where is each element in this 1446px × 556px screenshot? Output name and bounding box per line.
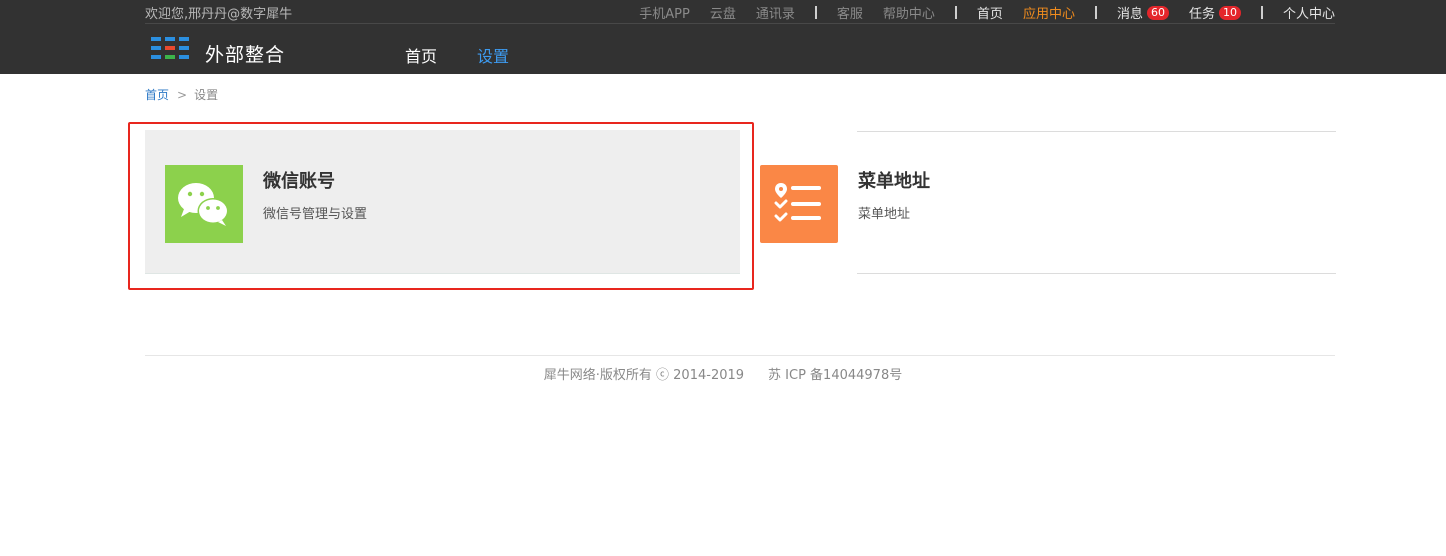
footer-divider (145, 355, 1335, 356)
menu-card-title: 菜单地址 (858, 171, 930, 192)
divider (857, 131, 1336, 132)
breadcrumb-current: 设置 (194, 88, 219, 102)
help-center-link[interactable]: 帮助中心 (883, 3, 935, 22)
footer-icp: 苏 ICP 备14044978号 (768, 368, 903, 383)
app-grid-logo-icon[interactable] (151, 37, 189, 59)
utility-bar: 欢迎您,邢丹丹@数字犀牛 手机APP 云盘 通讯录 客服 帮助中心 首页 应用中… (145, 0, 1335, 24)
profile-link[interactable]: 个人中心 (1283, 3, 1335, 22)
contacts-link[interactable]: 通讯录 (756, 3, 795, 22)
app-center-link[interactable]: 应用中心 (1023, 3, 1075, 22)
divider (814, 6, 817, 19)
app-title: 外部整合 (205, 44, 286, 66)
wechat-icon (165, 165, 243, 243)
main-nav: 外部整合 首页 设置 (0, 24, 1446, 74)
divider (1094, 6, 1097, 19)
wechat-card-title: 微信账号 (263, 171, 335, 192)
welcome-text: 欢迎您,邢丹丹@数字犀牛 (145, 7, 293, 22)
tasks-link[interactable]: 任务 10 (1189, 3, 1241, 22)
wechat-account-card[interactable]: 微信账号 微信号管理与设置 (145, 130, 740, 274)
nav-settings[interactable]: 设置 (477, 43, 509, 67)
top-home-link[interactable]: 首页 (977, 3, 1003, 22)
menu-list-icon (760, 165, 838, 243)
tasks-label: 任务 (1188, 7, 1215, 22)
menu-address-card[interactable]: 菜单地址 菜单地址 (760, 130, 1336, 275)
mobile-app-link[interactable]: 手机APP (639, 3, 690, 22)
footer: 犀牛网络·版权所有 ⓒ 2014-2019 苏 ICP 备14044978号 (0, 364, 1446, 383)
cloud-disk-link[interactable]: 云盘 (710, 3, 736, 22)
top-bar: 欢迎您,邢丹丹@数字犀牛 手机APP 云盘 通讯录 客服 帮助中心 首页 应用中… (0, 0, 1446, 74)
messages-count-badge: 60 (1146, 5, 1169, 20)
customer-service-link[interactable]: 客服 (837, 3, 863, 22)
wechat-card-description: 微信号管理与设置 (263, 207, 368, 222)
breadcrumb-home-link[interactable]: 首页 (145, 88, 169, 102)
breadcrumb: 首页 > 设置 (145, 86, 218, 103)
utility-links: 手机APP 云盘 通讯录 客服 帮助中心 首页 应用中心 消息 60 任务 10… (619, 3, 1335, 22)
breadcrumb-separator: > (177, 88, 188, 102)
footer-copyright: 犀牛网络·版权所有 ⓒ 2014-2019 (543, 368, 745, 383)
divider (1260, 6, 1263, 19)
divider (857, 273, 1336, 274)
divider (954, 6, 957, 19)
nav-home[interactable]: 首页 (405, 43, 437, 67)
messages-label: 消息 (1116, 7, 1143, 22)
tasks-count-badge: 10 (1218, 5, 1241, 20)
menu-card-description: 菜单地址 (858, 207, 911, 222)
messages-link[interactable]: 消息 60 (1117, 3, 1169, 22)
